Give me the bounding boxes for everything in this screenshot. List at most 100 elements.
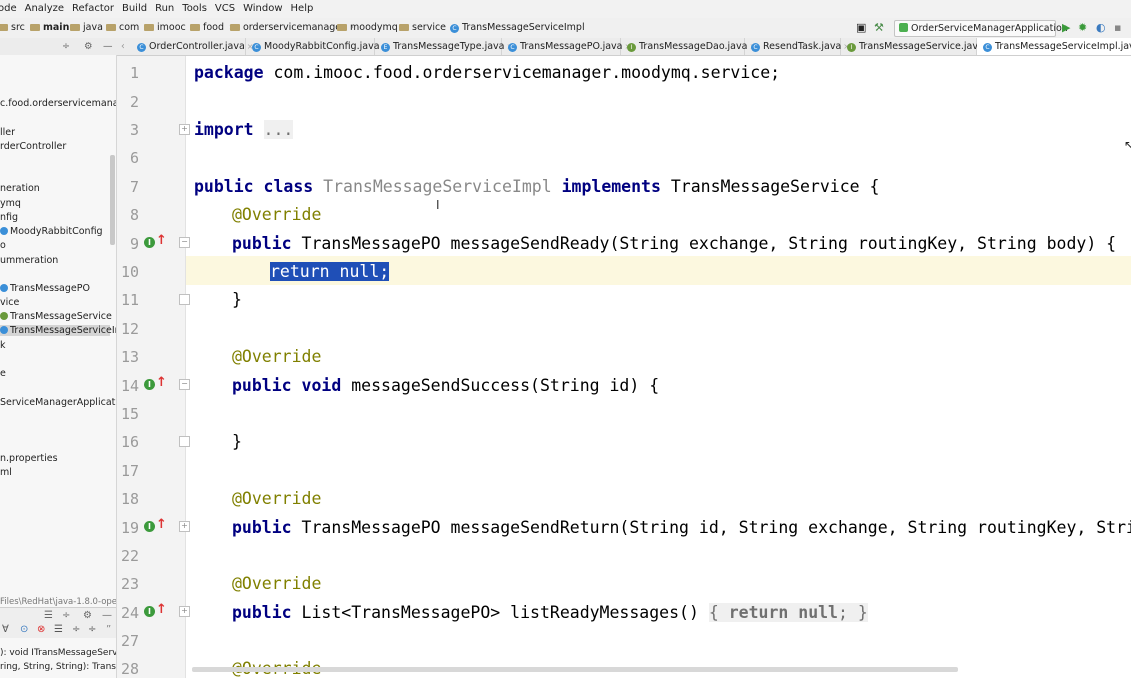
tab-transmessagepo[interactable]: CTransMessagePO.java×	[502, 38, 631, 55]
implements-method-icon[interactable]: I	[144, 237, 155, 248]
collapse-icon[interactable]: ÷	[62, 610, 70, 621]
project-structure-icon[interactable]: ▣	[856, 21, 866, 35]
hide-panel-icon[interactable]: —	[103, 38, 113, 55]
code-editor[interactable]: package com.imooc.food.orderservicemanag…	[186, 56, 1131, 678]
line-number: 19	[120, 519, 139, 537]
more-icon[interactable]: ”	[106, 624, 111, 635]
code-line-14[interactable]: public void messageSendSuccess(String id…	[232, 375, 659, 397]
collapse-all-icon[interactable]: ÷	[88, 624, 96, 635]
arrow-up-icon[interactable]: ↑	[156, 376, 167, 390]
code-line-11[interactable]: }	[232, 289, 242, 311]
menu-build[interactable]: Build	[122, 3, 147, 14]
tab-transmessageservice[interactable]: ITransMessageService.java×	[841, 38, 992, 55]
coverage-icon[interactable]: ◐	[1096, 21, 1106, 35]
tree-item[interactable]: ServiceManagerApplication	[0, 397, 116, 408]
show-fields-icon[interactable]: ⊙	[20, 624, 28, 635]
menu-help[interactable]: Help	[291, 3, 314, 14]
debug-icon[interactable]: ✹	[1078, 21, 1087, 35]
show-nonpublic-icon[interactable]: ⊗	[37, 624, 45, 635]
gear-icon[interactable]: ⚙	[83, 610, 92, 621]
code-line-18[interactable]: @Override	[232, 488, 321, 510]
tree-item[interactable]: e	[0, 368, 6, 379]
horizontal-scrollbar[interactable]	[192, 667, 958, 672]
sort-alpha-icon[interactable]: ☰	[54, 624, 63, 635]
tree-item[interactable]: TransMessageService	[0, 311, 112, 322]
selected-text[interactable]: return null;	[270, 262, 390, 281]
menu-tools[interactable]: Tools	[182, 3, 207, 14]
breadcrumb-orderservicemanager[interactable]: orderservicemanager ›	[230, 18, 354, 38]
code-line-19[interactable]: public TransMessagePO messageSendReturn(…	[232, 517, 1131, 539]
breadcrumb-food[interactable]: food›	[190, 18, 233, 38]
tree-item[interactable]: neration	[0, 183, 40, 194]
implements-method-icon[interactable]: I	[144, 521, 155, 532]
tree-item[interactable]: nfig	[0, 212, 18, 223]
code-line-8[interactable]: @Override	[232, 204, 321, 226]
breadcrumb-class[interactable]: C TransMessageServiceImpl	[450, 18, 585, 38]
build-hammer-icon[interactable]: ⚒	[874, 21, 884, 35]
tab-transmessagedao[interactable]: ITransMessageDao.java×	[621, 38, 756, 55]
menu-run[interactable]: Run	[155, 3, 174, 14]
menu-vcs[interactable]: VCS	[215, 3, 235, 14]
tree-item[interactable]: c.food.orderservicemanager	[0, 98, 116, 109]
tree-item[interactable]: ller	[0, 127, 15, 138]
menu-analyze[interactable]: Analyze	[25, 3, 64, 14]
arrow-up-icon[interactable]: ↑	[156, 603, 167, 617]
arrow-up-icon[interactable]: ↑	[156, 518, 167, 532]
sort-icon[interactable]: ☰	[44, 610, 53, 621]
expand-icon[interactable]: ÷	[72, 624, 80, 635]
structure-item[interactable]: ring, String, String): TransMes	[0, 662, 116, 672]
run-icon[interactable]: ▶	[1062, 21, 1070, 35]
menu-window[interactable]: Window	[243, 3, 282, 14]
menu-refactor[interactable]: Refactor	[72, 3, 114, 14]
code-line-1[interactable]: package com.imooc.food.orderservicemanag…	[194, 62, 780, 84]
code-line-7[interactable]: public class TransMessageServiceImpl imp…	[194, 176, 879, 198]
line-number: 14	[120, 377, 139, 395]
tree-item[interactable]: ummeration	[0, 255, 58, 266]
tab-resendtask[interactable]: CResendTask.java×	[745, 38, 850, 55]
breadcrumb-com[interactable]: com›	[106, 18, 148, 38]
line-number: 23	[120, 575, 139, 593]
folded-imports[interactable]: ...	[263, 120, 294, 139]
structure-item[interactable]: ): void ITransMessageService	[0, 648, 116, 658]
tree-item-selected[interactable]: TransMessageServiceImpl	[0, 325, 116, 336]
code-line-10[interactable]: return null;	[270, 261, 390, 283]
collapse-icon[interactable]: ÷	[62, 38, 70, 55]
menu-code[interactable]: ode	[0, 3, 17, 14]
implements-method-icon[interactable]: I	[144, 606, 155, 617]
scroll-tabs-left-icon[interactable]: ‹	[121, 38, 125, 55]
breadcrumb-src[interactable]: src›	[0, 18, 34, 38]
tree-item[interactable]: TransMessagePO	[0, 283, 90, 294]
tab-transmessagetype[interactable]: ETransMessageType.java×	[375, 38, 513, 55]
tree-item[interactable]: n.properties	[0, 453, 58, 464]
implements-method-icon[interactable]: I	[144, 379, 155, 390]
tree-item[interactable]: ymq	[0, 198, 21, 209]
code-line-3[interactable]: import ...	[194, 119, 294, 141]
tree-item[interactable]: o	[0, 240, 6, 251]
breadcrumb-imooc[interactable]: imooc›	[144, 18, 195, 38]
tab-transmessageserviceimpl[interactable]: CTransMessageServiceImpl.java×	[977, 38, 1131, 55]
filter-icon[interactable]: ∀	[2, 624, 9, 635]
run-configuration-select[interactable]: OrderServiceManagerApplication ⌄	[894, 20, 1068, 37]
hide-panel-icon[interactable]: —	[102, 610, 112, 621]
code-line-24[interactable]: public List<TransMessagePO> listReadyMes…	[232, 602, 868, 624]
project-scrollbar[interactable]	[110, 155, 115, 245]
jdk-path-text: Files\RedHat\java-1.8.0-open	[0, 597, 117, 607]
tab-ordercontroller[interactable]: C OrderController.java ×	[131, 38, 253, 55]
tab-moodyrabbitconfig[interactable]: CMoodyRabbitConfig.java×	[246, 38, 388, 55]
tree-item[interactable]: vice	[0, 297, 19, 308]
spring-app-icon	[899, 23, 908, 32]
code-line-13[interactable]: @Override	[232, 346, 321, 368]
breadcrumb-service[interactable]: service›	[399, 18, 455, 38]
gear-icon[interactable]: ⚙	[84, 38, 93, 55]
arrow-up-icon[interactable]: ↑	[156, 234, 167, 248]
tree-item[interactable]: ml	[0, 467, 12, 478]
tree-item[interactable]: MoodyRabbitConfig	[0, 226, 103, 237]
breadcrumb-moodymq[interactable]: moodymq›	[337, 18, 407, 38]
class-icon: C	[252, 43, 261, 52]
stop-icon[interactable]: ▪	[1114, 21, 1121, 35]
tree-item[interactable]: k	[0, 340, 6, 351]
code-line-23[interactable]: @Override	[232, 573, 321, 595]
code-line-16[interactable]: }	[232, 431, 242, 453]
tree-item[interactable]: rderController	[0, 141, 66, 152]
code-line-9[interactable]: public TransMessagePO messageSendReady(S…	[232, 233, 1116, 255]
